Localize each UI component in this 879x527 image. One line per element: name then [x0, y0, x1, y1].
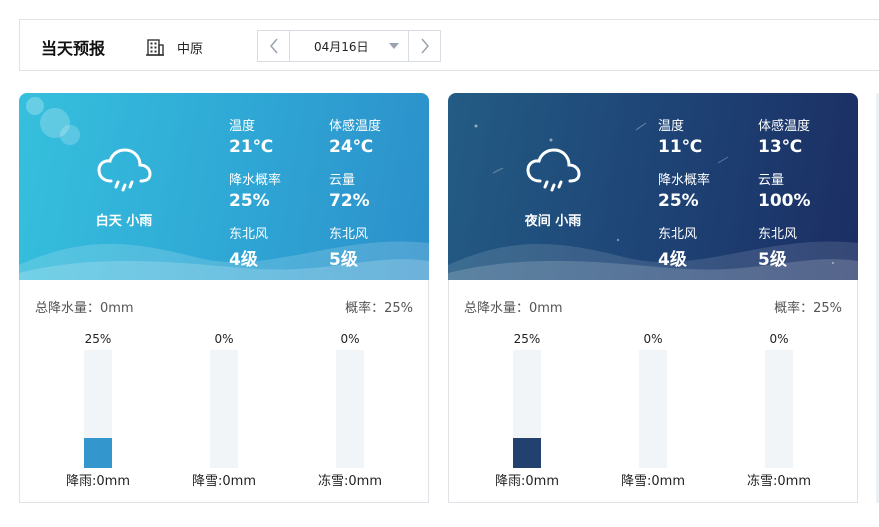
night-period-label: 夜间 小雨: [524, 214, 582, 229]
rain-bar: 25% 降雨:0mm: [485, 332, 569, 492]
bar-label: 降雨:0mm: [66, 474, 130, 489]
day-temperature: 温度 21℃: [229, 115, 273, 157]
wind-direction-label-2: 东北风: [329, 227, 369, 242]
cloud-cover-label: 云量: [758, 173, 785, 188]
feels-like-label: 体感温度: [758, 119, 811, 134]
night-forecast-card: 夜间 小雨 温度 11℃ 体感温度 13℃ 降水概率 25% 云量 100% 东…: [448, 93, 858, 503]
bar-fill: [84, 438, 112, 468]
chevron-left-icon: [269, 38, 278, 54]
bar-label: 降雨:0mm: [495, 474, 559, 489]
night-temperature: 温度 11℃: [658, 115, 702, 157]
bar-track: [639, 350, 667, 468]
night-banner: 夜间 小雨 温度 11℃ 体感温度 13℃ 降水概率 25% 云量 100% 东…: [448, 93, 858, 280]
day-forecast-card: 白天 小雨 温度 21℃ 体感温度 24℃ 降水概率 25% 云量 72% 东北…: [19, 93, 429, 503]
date-value: 04月16日: [314, 39, 369, 54]
freezing-snow-bar: 0% 冻雪:0mm: [308, 332, 392, 492]
day-feels-like: 体感温度 24℃: [329, 115, 381, 157]
day-rain-probability: 降水概率 25%: [229, 169, 281, 211]
caret-down-icon: [389, 43, 399, 49]
cloud-cover-label: 云量: [329, 173, 356, 188]
total-precipitation: 总降水量：0mm: [464, 301, 563, 316]
building-icon: [146, 39, 164, 56]
day-wind: 东北风 4级: [229, 223, 268, 270]
page-title: 当天预报: [41, 39, 106, 58]
precipitation-probability: 概率：25%: [774, 301, 842, 316]
bar-percent: 0%: [769, 332, 789, 346]
temperature-label: 温度: [658, 119, 685, 134]
feels-like-label: 体感温度: [329, 119, 382, 134]
bar-percent: 25%: [513, 332, 541, 346]
day-wind-2: 东北风 5级: [329, 223, 368, 270]
snow-bar: 0% 降雪:0mm: [182, 332, 266, 492]
wind-level-value: 4级: [229, 250, 258, 270]
bar-percent: 0%: [643, 332, 663, 346]
temperature-value: 21℃: [229, 137, 274, 157]
day-banner: 白天 小雨 温度 21℃ 体感温度 24℃ 降水概率 25% 云量 72% 东北…: [19, 93, 429, 280]
total-precipitation: 总降水量：0mm: [35, 301, 134, 316]
bar-track: [765, 350, 793, 468]
wind-direction-label: 东北风: [658, 227, 698, 242]
cloud-rain-icon: [97, 148, 152, 192]
bar-label: 降雪:0mm: [621, 474, 685, 489]
forecast-header: 当天预报 中原 04月16日: [19, 19, 879, 71]
temperature-label: 温度: [229, 119, 256, 134]
bar-label: 降雪:0mm: [192, 474, 256, 489]
location-label[interactable]: 中原: [177, 38, 203, 57]
wind-level-value-2: 5级: [758, 250, 787, 270]
prev-date-button[interactable]: [258, 31, 290, 61]
bar-label: 冻雪:0mm: [318, 474, 382, 489]
temperature-value: 11℃: [658, 137, 703, 157]
night-cloud-cover: 云量 100%: [758, 169, 811, 211]
night-wind: 东北风 4级: [658, 223, 697, 270]
chevron-right-icon: [420, 38, 429, 54]
rain-probability-value: 25%: [229, 191, 270, 211]
day-period-label: 白天 小雨: [95, 214, 153, 229]
feels-like-value: 24℃: [329, 137, 374, 157]
night-rain-probability: 降水概率 25%: [658, 169, 710, 211]
wind-level-value: 4级: [658, 250, 687, 270]
freezing-snow-bar: 0% 冻雪:0mm: [737, 332, 821, 492]
snow-bar: 0% 降雪:0mm: [611, 332, 695, 492]
next-date-button[interactable]: [408, 31, 440, 61]
day-precipitation-panel: 总降水量：0mm 概率：25% 25% 降雨:0mm 0% 降雪:0mm 0% …: [19, 280, 429, 503]
date-select[interactable]: 04月16日: [290, 31, 408, 61]
bar-percent: 25%: [84, 332, 112, 346]
rain-probability-label: 降水概率: [229, 173, 282, 188]
wind-direction-label: 东北风: [229, 227, 269, 242]
rain-probability-value: 25%: [658, 191, 699, 211]
night-wind-2: 东北风 5级: [758, 223, 797, 270]
bar-track: [210, 350, 238, 468]
cloud-rain-icon: [526, 148, 581, 192]
day-cloud-cover: 云量 72%: [329, 169, 370, 211]
rain-bar: 25% 降雨:0mm: [56, 332, 140, 492]
bar-percent: 0%: [214, 332, 234, 346]
wind-direction-label-2: 东北风: [758, 227, 798, 242]
night-precipitation-panel: 总降水量：0mm 概率：25% 25% 降雨:0mm 0% 降雪:0mm 0% …: [448, 280, 858, 503]
feels-like-value: 13℃: [758, 137, 803, 157]
bar-fill: [513, 438, 541, 468]
cloud-cover-value: 72%: [329, 191, 370, 211]
bar-label: 冻雪:0mm: [747, 474, 811, 489]
bar-track: [513, 350, 541, 468]
wind-level-value-2: 5级: [329, 250, 358, 270]
precipitation-probability: 概率：25%: [345, 301, 413, 316]
cloud-cover-value: 100%: [758, 191, 811, 211]
bar-percent: 0%: [340, 332, 360, 346]
bar-track: [336, 350, 364, 468]
date-picker: 04月16日: [257, 30, 441, 62]
rain-probability-label: 降水概率: [658, 173, 711, 188]
bar-track: [84, 350, 112, 468]
night-feels-like: 体感温度 13℃: [758, 115, 810, 157]
